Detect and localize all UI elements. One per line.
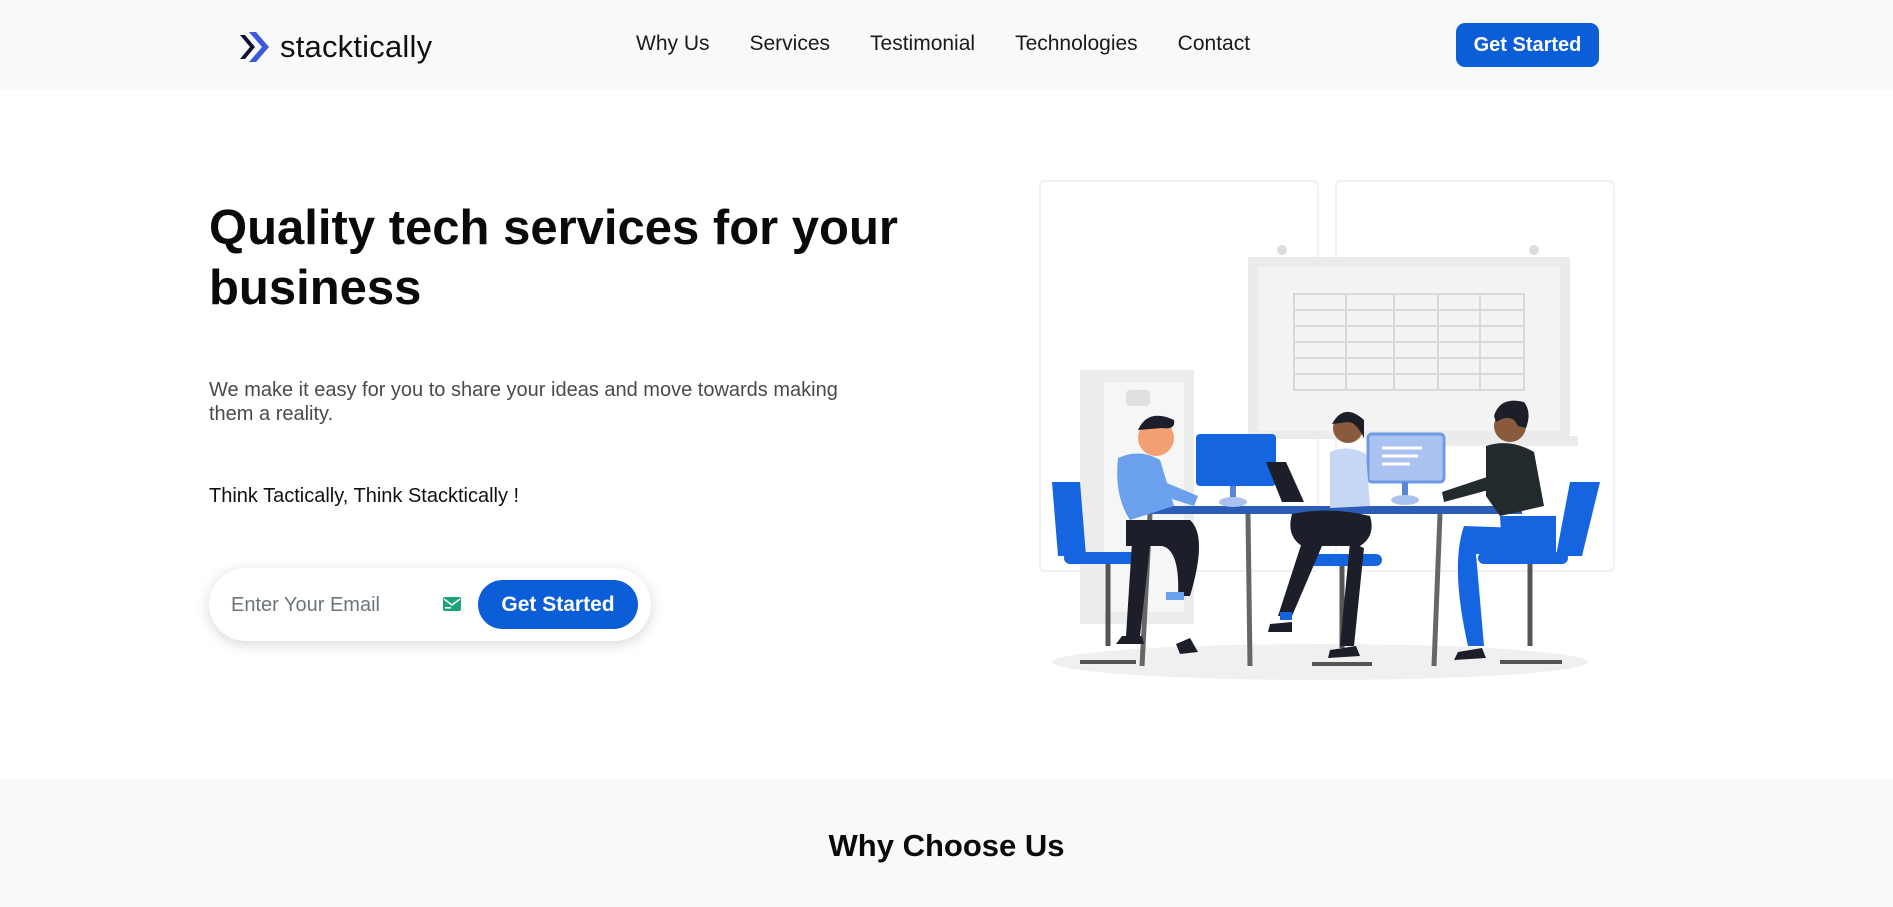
- logo-chevrons-icon: [240, 32, 269, 62]
- site-header: stacktically Why Us Services Testimonial…: [0, 0, 1893, 90]
- team-meeting-illustration: [1039, 180, 1615, 680]
- header-get-started-button[interactable]: Get Started: [1456, 23, 1599, 67]
- hero-subtitle: We make it easy for you to share your id…: [209, 379, 838, 425]
- hero-tagline: Think Tactically, Think Stacktically !: [209, 485, 520, 507]
- brand-name: stacktically: [280, 29, 433, 64]
- nav-why-us[interactable]: Why Us: [636, 32, 710, 56]
- nav-services[interactable]: Services: [750, 32, 831, 56]
- nav-contact[interactable]: Contact: [1178, 32, 1250, 56]
- email-input[interactable]: [231, 588, 441, 622]
- why-choose-us-title: Why Choose Us: [828, 828, 1065, 863]
- hero-get-started-button[interactable]: Get Started: [478, 580, 638, 629]
- email-signup-form: Get Started: [209, 568, 651, 641]
- brand-logo[interactable]: stacktically: [238, 28, 432, 66]
- why-choose-us-section: Why Choose Us: [0, 779, 1893, 907]
- hero-title: Quality tech services for your business: [209, 201, 898, 315]
- main-nav: Why Us Services Testimonial Technologies…: [636, 32, 1250, 56]
- nav-technologies[interactable]: Technologies: [1015, 32, 1138, 56]
- mail-icon: [443, 597, 461, 611]
- nav-testimonial[interactable]: Testimonial: [870, 32, 975, 56]
